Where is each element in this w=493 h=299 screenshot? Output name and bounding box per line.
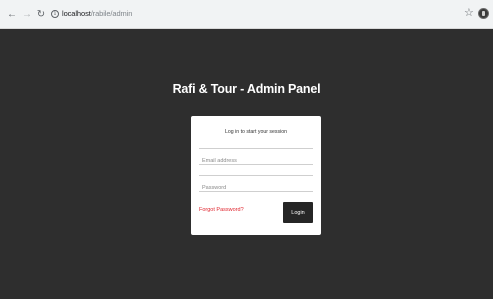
- email-field-wrapper: [199, 148, 313, 169]
- back-icon[interactable]: ←: [6, 9, 18, 21]
- login-message: Log in to start your session: [225, 129, 287, 135]
- star-icon[interactable]: ☆: [464, 8, 474, 19]
- url-path: /rabile/admin: [90, 9, 133, 18]
- profile-icon[interactable]: [478, 8, 489, 19]
- forward-icon[interactable]: →: [21, 9, 33, 21]
- login-button[interactable]: Login: [283, 202, 313, 223]
- password-field[interactable]: [199, 180, 313, 196]
- forgot-password-link[interactable]: Forgot Password?: [199, 207, 244, 213]
- info-icon[interactable]: i: [51, 10, 59, 18]
- password-field-wrapper: [199, 175, 313, 196]
- url-host: localhost: [62, 9, 91, 18]
- page-title: Rafi & Tour - Admin Panel: [172, 82, 321, 96]
- login-card: Log in to start your session Forgot Pass…: [191, 116, 321, 235]
- browser-toolbar: ← → ↻ i localhost/rabile/admin ☆: [0, 0, 493, 29]
- address-bar[interactable]: localhost/rabile/admin: [62, 9, 132, 18]
- email-field[interactable]: [199, 153, 313, 169]
- reload-icon[interactable]: ↻: [35, 9, 47, 21]
